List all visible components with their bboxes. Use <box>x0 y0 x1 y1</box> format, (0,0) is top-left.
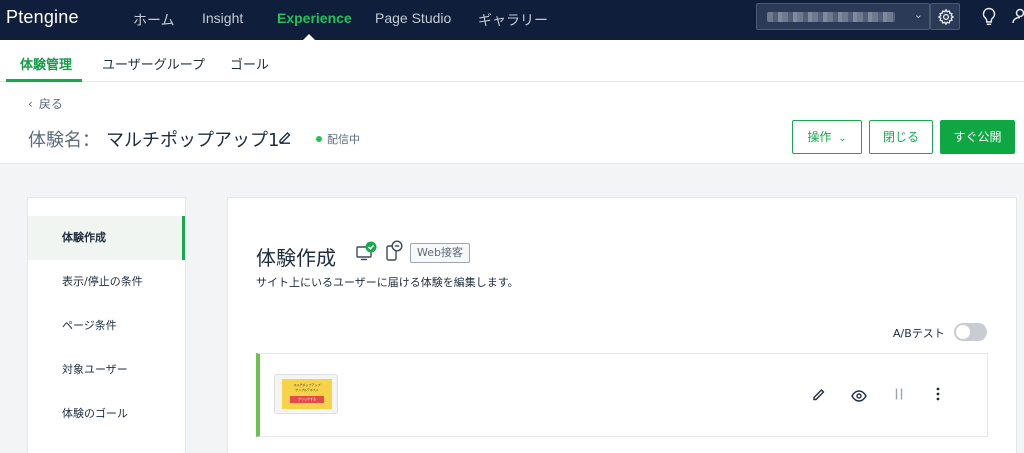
nav-item-gallery[interactable]: ギャラリー <box>478 10 548 30</box>
eye-icon <box>851 390 867 402</box>
edit-experience-button[interactable] <box>812 386 826 405</box>
ab-test-label: A/Bテスト <box>893 327 945 340</box>
edit-title-button[interactable] <box>278 129 292 148</box>
top-nav: Ptengine ホーム Insight Experience Page Stu… <box>0 0 1024 40</box>
chevron-down-icon: ⌄ <box>838 133 847 144</box>
nav-item-experience[interactable]: Experience <box>277 10 352 26</box>
lightbulb-icon[interactable] <box>981 7 997 31</box>
pencil-icon <box>279 132 291 144</box>
experience-card: マルチポップアップ サンプルテキスト クリックする <box>256 353 988 437</box>
nav-item-insight[interactable]: Insight <box>202 10 243 26</box>
settings-side-menu: 体験作成 表示/停止の条件 ページ条件 対象ユーザー 体験のゴール <box>27 197 186 453</box>
status-badge: 配信中 <box>316 131 360 147</box>
site-name-blurred <box>767 12 895 22</box>
popup-thumbnail[interactable]: マルチポップアップ サンプルテキスト クリックする <box>274 374 338 414</box>
sub-nav: 体験管理 ユーザーグループ ゴール <box>0 40 1024 82</box>
page-title: マルチポップアップ1 <box>106 130 280 151</box>
web-tag-badge: Web接客 <box>410 243 470 263</box>
ab-test-toggle[interactable] <box>954 323 987 341</box>
thumbnail-text-line2: サンプルテキスト <box>295 388 319 392</box>
side-item-target-users[interactable]: 対象ユーザー <box>28 348 185 392</box>
more-options-button[interactable] <box>935 386 941 405</box>
section-title: 体験作成 <box>256 246 336 270</box>
user-icon[interactable] <box>1012 7 1024 31</box>
chevron-down-icon: ⌄ <box>913 8 923 21</box>
publish-now-button[interactable]: すぐ公開 <box>940 120 1015 154</box>
gear-icon <box>937 8 955 26</box>
toggle-knob <box>956 325 970 339</box>
tab-experience-management[interactable]: 体験管理 <box>20 54 72 73</box>
close-button[interactable]: 閉じる <box>869 120 933 154</box>
side-item-page-conditions[interactable]: ページ条件 <box>28 304 185 348</box>
thumbnail-text-line1: マルチポップアップ <box>293 383 321 387</box>
tab-goals[interactable]: ゴール <box>230 54 269 73</box>
nav-item-home[interactable]: ホーム <box>133 10 175 30</box>
pause-icon <box>895 388 903 400</box>
logo[interactable]: Ptengine <box>6 7 79 28</box>
side-item-experience-creation[interactable]: 体験作成 <box>28 216 185 260</box>
actions-label: 操作 <box>807 130 832 144</box>
pencil-icon <box>813 389 825 401</box>
thumbnail-button: クリックする <box>290 396 324 403</box>
pause-button[interactable] <box>894 386 904 405</box>
title-prefix: 体験名： <box>28 130 100 151</box>
actions-dropdown-button[interactable]: 操作 ⌄ <box>792 120 862 154</box>
mobile-disabled-icon <box>386 240 404 266</box>
status-dot-icon <box>316 136 322 142</box>
site-selector[interactable]: ⌄ <box>756 3 930 30</box>
tab-user-groups[interactable]: ユーザーグループ <box>102 54 205 73</box>
back-link[interactable]: ‹ 戻る <box>28 95 63 112</box>
settings-button[interactable] <box>930 3 960 30</box>
status-label: 配信中 <box>327 133 360 146</box>
side-item-display-conditions[interactable]: 表示/停止の条件 <box>28 260 185 304</box>
desktop-checked-icon <box>356 241 378 265</box>
more-vertical-icon <box>936 387 940 401</box>
preview-button[interactable] <box>851 387 867 406</box>
experience-header: ‹ 戻る 体験名： マルチポップアップ1 配信中 操作 ⌄ 閉じる すぐ公開 <box>0 82 1024 164</box>
nav-item-page-studio[interactable]: Page Studio <box>375 10 451 26</box>
thumbnail-popup-preview: マルチポップアップ サンプルテキスト クリックする <box>282 379 332 409</box>
chevron-left-icon: ‹ <box>28 97 33 111</box>
section-description: サイト上にいるユーザーに届ける体験を編集します。 <box>256 276 519 289</box>
side-item-experience-goals[interactable]: 体験のゴール <box>28 392 185 436</box>
experience-creation-panel: 体験作成 Web接客 サイト上にいるユーザーに届ける体験を編集します。 A/Bテ… <box>227 197 1017 453</box>
back-label: 戻る <box>38 97 63 111</box>
